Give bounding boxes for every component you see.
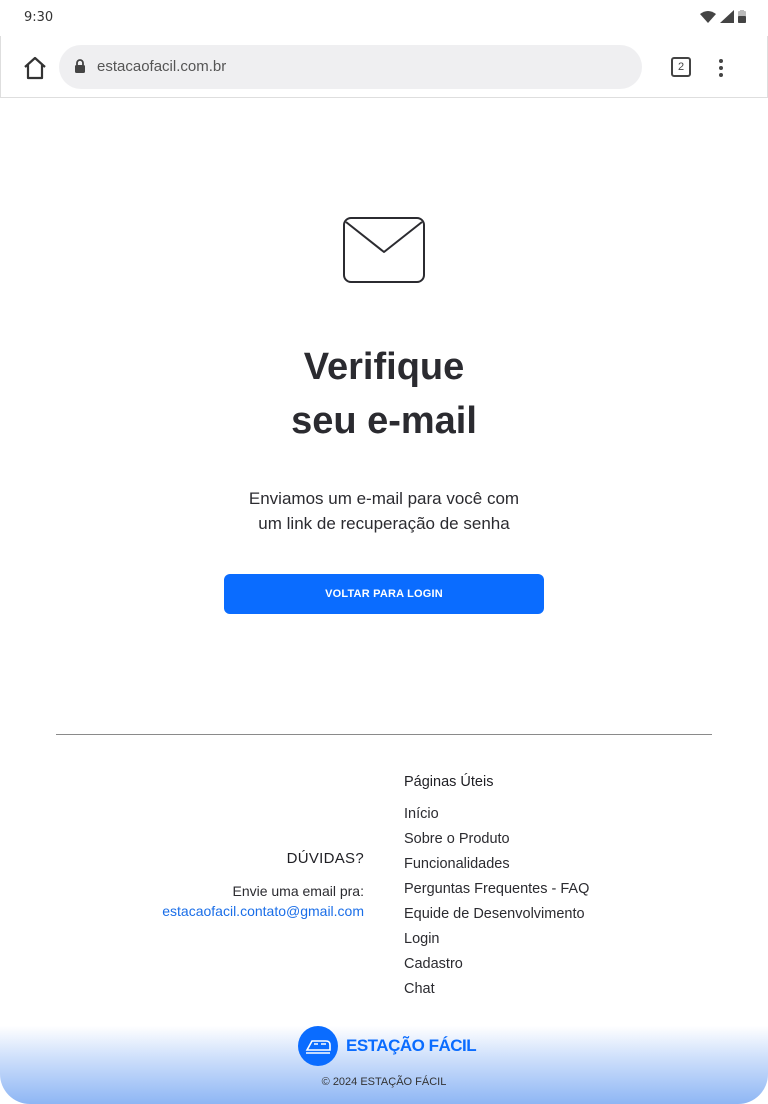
back-to-login-button[interactable]: VOLTAR PARA LOGIN — [224, 574, 544, 614]
contact-email-link[interactable]: estacaofacil.contato@gmail.com — [162, 903, 364, 919]
footer-link-equipe[interactable]: Equide de Desenvolvimento — [404, 902, 589, 927]
footer-link-sobre[interactable]: Sobre o Produto — [404, 827, 589, 852]
signal-icon — [720, 10, 734, 23]
home-icon[interactable] — [21, 54, 49, 82]
status-icons — [700, 10, 746, 23]
brand-name: ESTAÇÃO FÁCIL — [346, 1036, 477, 1055]
title-line-2: seu e-mail — [291, 400, 477, 442]
url-text: estacaofacil.com.br — [97, 58, 227, 75]
footer-brand-bar: ESTAÇÃO FÁCIL © 2024 ESTAÇÃO FÁCIL — [0, 1026, 768, 1104]
page-title: Verifique seu e-mail — [0, 340, 768, 448]
address-bar[interactable]: estacaofacil.com.br — [59, 45, 642, 89]
contact-section: DÚVIDAS? Envie uma email pra: estacaofac… — [162, 850, 364, 919]
footer-divider — [56, 734, 712, 735]
title-line-1: Verifique — [303, 346, 465, 388]
status-bar: 9:30 — [0, 0, 768, 36]
train-icon — [298, 1026, 338, 1066]
browser-toolbar: estacaofacil.com.br 2 — [0, 36, 768, 98]
subtitle-line-2: um link de recuperação de senha — [258, 514, 510, 533]
footer-link-funcionalidades[interactable]: Funcionalidades — [404, 852, 589, 877]
lock-icon — [75, 59, 85, 73]
copyright: © 2024 ESTAÇÃO FÁCIL — [321, 1076, 447, 1088]
useful-links-list: Início Sobre o Produto Funcionalidades P… — [404, 802, 589, 1002]
footer-link-cadastro[interactable]: Cadastro — [404, 952, 589, 977]
wifi-icon — [700, 10, 716, 23]
status-time: 9:30 — [24, 10, 54, 25]
tabs-button[interactable]: 2 — [671, 57, 691, 77]
useful-links-title: Páginas Úteis — [404, 774, 494, 790]
footer-link-faq[interactable]: Perguntas Frequentes - FAQ — [404, 877, 589, 902]
battery-icon — [738, 10, 746, 23]
footer-link-inicio[interactable]: Início — [404, 802, 589, 827]
subtitle-line-1: Enviamos um e-mail para você com — [248, 489, 520, 508]
brand-logo[interactable]: ESTAÇÃO FÁCIL — [298, 1026, 477, 1066]
contact-text: Envie uma email pra: — [232, 883, 364, 899]
contact-title: DÚVIDAS? — [286, 850, 364, 867]
useful-links: Páginas Úteis Início Sobre o Produto Fun… — [404, 772, 589, 1002]
page-subtitle: Enviamos um e-mail para você com um link… — [0, 486, 768, 536]
more-vert-icon[interactable] — [713, 56, 729, 80]
footer-link-login[interactable]: Login — [404, 927, 589, 952]
footer-link-chat[interactable]: Chat — [404, 977, 589, 1002]
mail-icon — [343, 217, 425, 283]
